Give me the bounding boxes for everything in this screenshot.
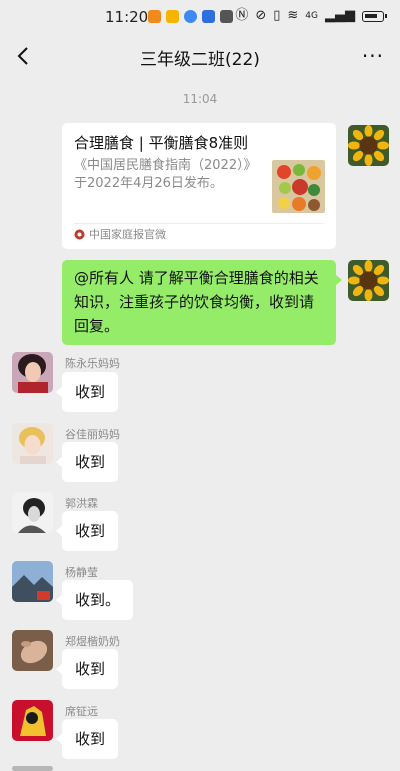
browser-notification-icon [184,10,197,23]
notification-icons [148,10,233,23]
weibo-notification-icon [148,10,161,23]
message-timestamp: 11:04 [182,92,218,106]
sunflower-avatar-icon [348,125,389,166]
incoming-message-bubble[interactable]: 收到 [55,649,119,689]
nfc-icon: Ⓝ [235,8,249,23]
article-source: 中国家庭报官微 [74,226,166,242]
sender-avatar[interactable] [12,630,53,671]
chat-header: 三年级二班(22) ··· [0,34,400,80]
cartoon-avatar-icon [12,700,53,741]
my-avatar-2[interactable] [348,260,389,301]
sender-avatar[interactable] [12,352,53,393]
shared-article-card[interactable]: 合理膳食 | 平衡膳食8准则 《中国居民膳食指南（2022）》于2022年4月2… [62,123,336,249]
mail-notification-icon [220,10,233,23]
sender-avatar[interactable] [12,492,53,533]
incoming-message-bubble[interactable]: 收到 [55,719,119,759]
sender-name: 杨静莹 [65,566,98,579]
sender-avatar[interactable] [12,423,53,464]
sender-avatar[interactable] [12,561,53,602]
status-time: 11:20 [105,8,149,26]
vibrate-icon: ▯ [273,8,281,23]
app-notification-icon [166,10,179,23]
article-thumbnail [272,160,325,213]
more-options-button[interactable]: ··· [362,44,384,68]
mute-icon: ⊘ [255,8,267,23]
source-logo-icon [74,229,85,239]
sender-name: 席钲远 [65,705,98,718]
sender-name: 谷佳丽妈妈 [65,428,120,441]
sender-name: 陈永乐妈妈 [65,357,120,370]
sunflower-avatar-icon [348,260,389,301]
baidu-notification-icon [202,10,215,23]
system-icons: Ⓝ ⊘ ▯ ≋ 4G ▂▄▆ [235,8,387,23]
landscape-avatar-icon [12,561,53,602]
person-avatar-icon [12,423,53,464]
incoming-message-bubble[interactable]: 收到 [55,442,119,482]
status-bar: 11:20 Ⓝ ⊘ ▯ ≋ 4G ▂▄▆ [0,0,400,34]
person-avatar-icon [12,492,53,533]
wifi-icon: ≋ [287,8,299,23]
article-source-name: 中国家庭报官微 [89,228,166,241]
card-divider [74,223,324,224]
incoming-message-bubble[interactable]: 收到。 [55,580,134,620]
chat-title: 三年级二班(22) [140,50,260,70]
network-type: 4G [305,11,318,21]
article-description: 《中国居民膳食指南（2022）》于2022年4月26日发布。 [74,158,257,191]
my-message-bubble[interactable]: @所有人 请了解平衡合理膳食的相关知识，注重孩子的饮食均衡，收到请回复。 [62,260,342,345]
signal-icon: ▂▄▆ [325,8,355,23]
sender-name: 郭洪霖 [65,497,98,510]
my-avatar[interactable] [348,125,389,166]
incoming-message-bubble[interactable]: 收到 [55,511,119,551]
battery-icon [362,10,387,22]
hand-avatar-icon [12,630,53,671]
sender-avatar[interactable] [12,700,53,741]
sender-avatar-partial[interactable] [12,766,53,771]
article-title: 合理膳食 | 平衡膳食8准则 [74,134,249,152]
person-avatar-icon [12,352,53,393]
sender-name: 郑煜楷奶奶 [65,635,120,648]
incoming-message-bubble[interactable]: 收到 [55,372,119,412]
food-thumbnail-icon [272,160,325,213]
